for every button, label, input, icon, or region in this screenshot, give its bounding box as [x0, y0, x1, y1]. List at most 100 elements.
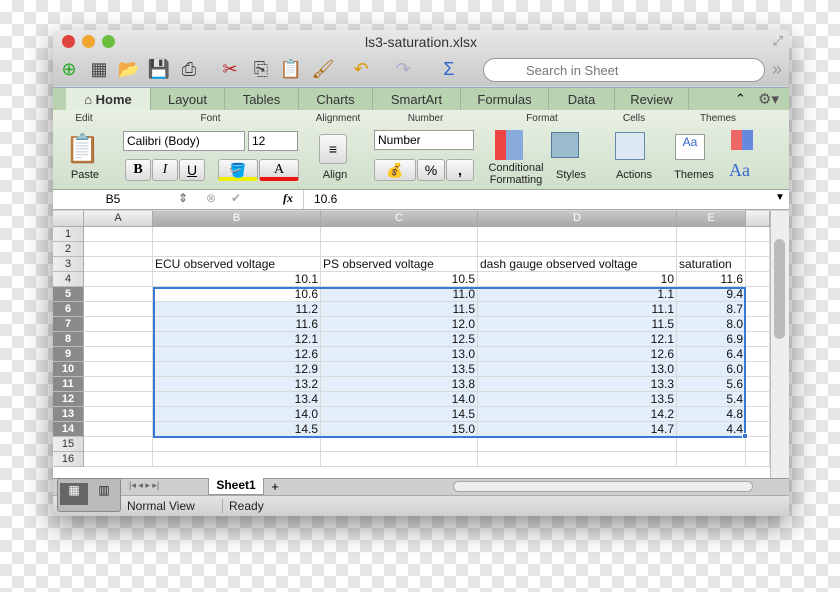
cell-B5[interactable]: 10.6: [153, 287, 321, 302]
italic-button[interactable]: I: [152, 159, 178, 181]
page-layout-view-icon[interactable]: ▥: [90, 483, 118, 505]
cell-A15[interactable]: [84, 437, 153, 452]
tab-home[interactable]: ⌂ Home: [66, 88, 151, 112]
cell-D7[interactable]: 11.5: [478, 317, 677, 332]
name-box-stepper[interactable]: ⇕: [178, 191, 188, 205]
cell-C3[interactable]: PS observed voltage: [321, 257, 478, 272]
cell-B14[interactable]: 14.5: [153, 422, 321, 437]
column-header-C[interactable]: C: [321, 211, 478, 227]
overflow-icon[interactable]: »: [765, 57, 789, 81]
expand-formula-icon[interactable]: ▼: [775, 192, 785, 203]
comma-button[interactable]: ,: [446, 159, 474, 181]
cell-B9[interactable]: 12.6: [153, 347, 321, 362]
tab-tables[interactable]: Tables: [225, 88, 299, 112]
cell-D14[interactable]: 14.7: [478, 422, 677, 437]
font-size-select[interactable]: 12: [248, 131, 298, 151]
cell-A3[interactable]: [84, 257, 153, 272]
cell-D4[interactable]: 10: [478, 272, 677, 287]
row-header-10[interactable]: 10: [53, 362, 84, 377]
cell-D3[interactable]: dash gauge observed voltage: [478, 257, 677, 272]
cell-D16[interactable]: [478, 452, 677, 467]
function-button[interactable]: fx: [283, 191, 293, 206]
row-header-16[interactable]: 16: [53, 452, 84, 467]
name-box[interactable]: B5: [53, 190, 173, 209]
cell-A12[interactable]: [84, 392, 153, 407]
cell-D13[interactable]: 14.2: [478, 407, 677, 422]
cell-A9[interactable]: [84, 347, 153, 362]
row-header-5[interactable]: 5: [53, 287, 84, 302]
tab-data[interactable]: Data: [549, 88, 615, 112]
normal-view-icon[interactable]: ▦: [60, 483, 88, 505]
row-header-9[interactable]: 9: [53, 347, 84, 362]
styles-icon[interactable]: [551, 132, 579, 158]
cell-E5[interactable]: 9.4: [677, 287, 746, 302]
print-icon[interactable]: ⎙: [177, 57, 201, 81]
gallery-icon[interactable]: ▦: [87, 57, 111, 81]
cell-A13[interactable]: [84, 407, 153, 422]
cell-F12[interactable]: [746, 392, 770, 407]
cell-B7[interactable]: 11.6: [153, 317, 321, 332]
row-header-13[interactable]: 13: [53, 407, 84, 422]
cell-E10[interactable]: 6.0: [677, 362, 746, 377]
cell-F2[interactable]: [746, 242, 770, 257]
cell-F11[interactable]: [746, 377, 770, 392]
row-header-2[interactable]: 2: [53, 242, 84, 257]
cell-E8[interactable]: 6.9: [677, 332, 746, 347]
sheet-nav-icons[interactable]: |◂ ◂ ▸ ▸|: [129, 480, 159, 491]
cell-A11[interactable]: [84, 377, 153, 392]
align-icon[interactable]: ≡: [319, 134, 347, 164]
cell-D10[interactable]: 13.0: [478, 362, 677, 377]
column-header-D[interactable]: D: [478, 211, 677, 227]
underline-button[interactable]: U: [179, 159, 205, 181]
cell-F16[interactable]: [746, 452, 770, 467]
cell-A14[interactable]: [84, 422, 153, 437]
theme-colors-icon[interactable]: [731, 130, 753, 150]
fill-handle[interactable]: [742, 433, 748, 439]
row-header-7[interactable]: 7: [53, 317, 84, 332]
cell-B16[interactable]: [153, 452, 321, 467]
theme-fonts-button[interactable]: Aa: [729, 160, 750, 181]
column-header-A[interactable]: A: [84, 211, 153, 227]
cell-D8[interactable]: 12.1: [478, 332, 677, 347]
cell-A4[interactable]: [84, 272, 153, 287]
cell-C9[interactable]: 13.0: [321, 347, 478, 362]
cell-A2[interactable]: [84, 242, 153, 257]
cell-C2[interactable]: [321, 242, 478, 257]
row-header-14[interactable]: 14: [53, 422, 84, 437]
cell-B8[interactable]: 12.1: [153, 332, 321, 347]
add-sheet-button[interactable]: +: [265, 479, 285, 494]
cell-C4[interactable]: 10.5: [321, 272, 478, 287]
font-color-button[interactable]: A: [259, 159, 299, 181]
spreadsheet-grid[interactable]: A B C D E 1 2 3 ECU observed voltage PS observed …: [53, 211, 770, 479]
cell-D6[interactable]: 11.1: [478, 302, 677, 317]
cell-C16[interactable]: [321, 452, 478, 467]
vertical-scrollbar[interactable]: [770, 211, 789, 479]
format-painter-icon[interactable]: 🖌: [311, 57, 335, 81]
row-header-6[interactable]: 6: [53, 302, 84, 317]
cell-E9[interactable]: 6.4: [677, 347, 746, 362]
row-header-3[interactable]: 3: [53, 257, 84, 272]
column-header-empty[interactable]: [746, 211, 770, 227]
cell-C7[interactable]: 12.0: [321, 317, 478, 332]
cell-F1[interactable]: [746, 227, 770, 242]
sheet-tab-sheet1[interactable]: Sheet1: [208, 478, 264, 495]
themes-button[interactable]: Themes: [669, 169, 719, 181]
cell-B6[interactable]: 11.2: [153, 302, 321, 317]
select-all-corner[interactable]: [53, 211, 84, 227]
open-icon[interactable]: 📂: [117, 57, 141, 81]
styles-button[interactable]: Styles: [549, 169, 593, 181]
cell-A10[interactable]: [84, 362, 153, 377]
cell-B15[interactable]: [153, 437, 321, 452]
cell-E6[interactable]: 8.7: [677, 302, 746, 317]
cell-C12[interactable]: 14.0: [321, 392, 478, 407]
cell-A6[interactable]: [84, 302, 153, 317]
cell-E16[interactable]: [677, 452, 746, 467]
cell-F6[interactable]: [746, 302, 770, 317]
cell-C8[interactable]: 12.5: [321, 332, 478, 347]
undo-icon[interactable]: ↶: [349, 57, 373, 81]
themes-icon[interactable]: Aa: [675, 134, 705, 160]
cell-B12[interactable]: 13.4: [153, 392, 321, 407]
cell-C13[interactable]: 14.5: [321, 407, 478, 422]
tab-charts[interactable]: Charts: [299, 88, 373, 112]
row-header-11[interactable]: 11: [53, 377, 84, 392]
